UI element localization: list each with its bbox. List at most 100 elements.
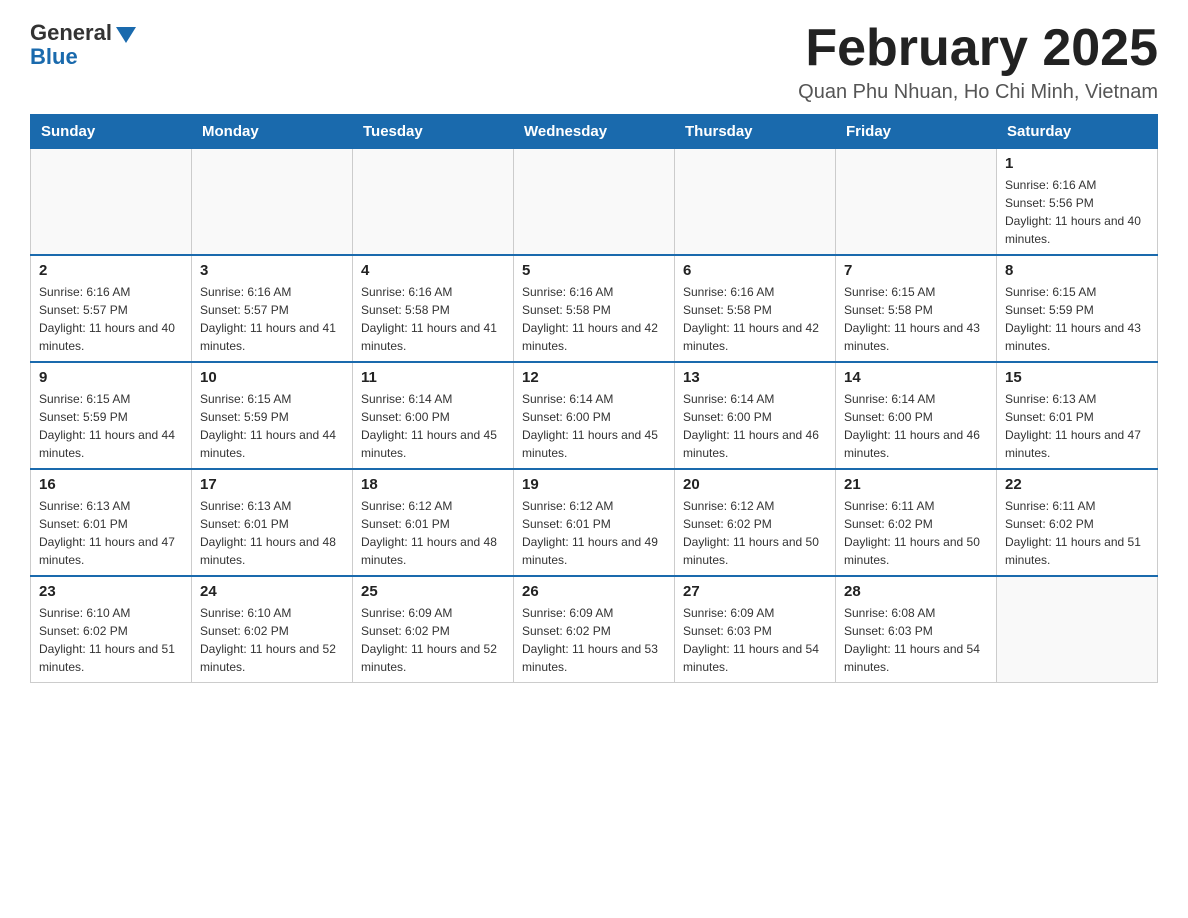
calendar-cell: 15 Sunrise: 6:13 AMSunset: 6:01 PMDayligh…	[997, 362, 1158, 469]
calendar-cell: 7 Sunrise: 6:15 AMSunset: 5:58 PMDaylight…	[836, 255, 997, 362]
day-number: 18	[361, 476, 505, 493]
calendar-cell: 13 Sunrise: 6:14 AMSunset: 6:00 PMDayligh…	[675, 362, 836, 469]
day-info: Sunrise: 6:16 AMSunset: 5:58 PMDaylight:…	[683, 283, 827, 355]
calendar-cell: 12 Sunrise: 6:14 AMSunset: 6:00 PMDayligh…	[514, 362, 675, 469]
day-number: 28	[844, 583, 988, 600]
calendar-cell: 3 Sunrise: 6:16 AMSunset: 5:57 PMDaylight…	[192, 255, 353, 362]
day-info: Sunrise: 6:14 AMSunset: 6:00 PMDaylight:…	[683, 390, 827, 462]
day-info: Sunrise: 6:11 AMSunset: 6:02 PMDaylight:…	[844, 497, 988, 569]
calendar-cell	[836, 149, 997, 256]
calendar-cell	[997, 576, 1158, 683]
day-number: 12	[522, 369, 666, 386]
day-number: 10	[200, 369, 344, 386]
calendar-cell: 2 Sunrise: 6:16 AMSunset: 5:57 PMDaylight…	[31, 255, 192, 362]
calendar-cell: 24 Sunrise: 6:10 AMSunset: 6:02 PMDayligh…	[192, 576, 353, 683]
calendar-cell: 28 Sunrise: 6:08 AMSunset: 6:03 PMDayligh…	[836, 576, 997, 683]
day-number: 2	[39, 262, 183, 279]
day-info: Sunrise: 6:08 AMSunset: 6:03 PMDaylight:…	[844, 604, 988, 676]
calendar-cell: 10 Sunrise: 6:15 AMSunset: 5:59 PMDayligh…	[192, 362, 353, 469]
calendar-cell: 1Sunrise: 6:16 AMSunset: 5:56 PMDaylight…	[997, 149, 1158, 256]
calendar-cell	[514, 149, 675, 256]
logo-blue-text: Blue	[30, 44, 78, 70]
day-info: Sunrise: 6:14 AMSunset: 6:00 PMDaylight:…	[361, 390, 505, 462]
calendar-cell: 4Sunrise: 6:16 AMSunset: 5:58 PMDaylight…	[353, 255, 514, 362]
calendar-cell	[353, 149, 514, 256]
day-info: Sunrise: 6:12 AMSunset: 6:02 PMDaylight:…	[683, 497, 827, 569]
month-title: February 2025	[798, 20, 1158, 77]
day-number: 3	[200, 262, 344, 279]
day-number: 14	[844, 369, 988, 386]
day-info: Sunrise: 6:15 AMSunset: 5:58 PMDaylight:…	[844, 283, 988, 355]
calendar-cell: 11 Sunrise: 6:14 AMSunset: 6:00 PMDayligh…	[353, 362, 514, 469]
day-info: Sunrise: 6:09 AMSunset: 6:02 PMDaylight:…	[522, 604, 666, 676]
column-header-tuesday: Tuesday	[353, 115, 514, 149]
column-header-thursday: Thursday	[675, 115, 836, 149]
day-info: Sunrise: 6:16 AMSunset: 5:58 PMDaylight:…	[361, 283, 505, 355]
column-header-friday: Friday	[836, 115, 997, 149]
day-number: 22	[1005, 476, 1149, 493]
day-number: 23	[39, 583, 183, 600]
day-number: 27	[683, 583, 827, 600]
day-info: Sunrise: 6:12 AMSunset: 6:01 PMDaylight:…	[522, 497, 666, 569]
calendar-cell: 23 Sunrise: 6:10 AMSunset: 6:02 PMDayligh…	[31, 576, 192, 683]
calendar-header-row: SundayMondayTuesdayWednesdayThursdayFrid…	[31, 115, 1158, 149]
calendar-table: SundayMondayTuesdayWednesdayThursdayFrid…	[30, 114, 1158, 683]
calendar-cell: 17Sunrise: 6:13 AMSunset: 6:01 PMDayligh…	[192, 469, 353, 576]
day-info: Sunrise: 6:16 AMSunset: 5:57 PMDaylight:…	[39, 283, 183, 355]
calendar-cell	[675, 149, 836, 256]
day-number: 13	[683, 369, 827, 386]
column-header-monday: Monday	[192, 115, 353, 149]
logo-arrow-icon	[116, 27, 136, 43]
logo: General Blue	[30, 20, 136, 70]
day-number: 26	[522, 583, 666, 600]
day-info: Sunrise: 6:10 AMSunset: 6:02 PMDaylight:…	[200, 604, 344, 676]
day-number: 24	[200, 583, 344, 600]
day-info: Sunrise: 6:13 AMSunset: 6:01 PMDaylight:…	[1005, 390, 1149, 462]
day-number: 15	[1005, 369, 1149, 386]
calendar-cell: 18Sunrise: 6:12 AMSunset: 6:01 PMDayligh…	[353, 469, 514, 576]
day-info: Sunrise: 6:16 AMSunset: 5:58 PMDaylight:…	[522, 283, 666, 355]
day-info: Sunrise: 6:14 AMSunset: 6:00 PMDaylight:…	[844, 390, 988, 462]
calendar-cell: 8 Sunrise: 6:15 AMSunset: 5:59 PMDaylight…	[997, 255, 1158, 362]
calendar-week-row: 2 Sunrise: 6:16 AMSunset: 5:57 PMDaylight…	[31, 255, 1158, 362]
day-number: 8	[1005, 262, 1149, 279]
column-header-sunday: Sunday	[31, 115, 192, 149]
calendar-cell: 19 Sunrise: 6:12 AMSunset: 6:01 PMDayligh…	[514, 469, 675, 576]
day-info: Sunrise: 6:09 AMSunset: 6:03 PMDaylight:…	[683, 604, 827, 676]
day-info: Sunrise: 6:14 AMSunset: 6:00 PMDaylight:…	[522, 390, 666, 462]
day-number: 5	[522, 262, 666, 279]
day-number: 11	[361, 369, 505, 386]
day-info: Sunrise: 6:15 AMSunset: 5:59 PMDaylight:…	[1005, 283, 1149, 355]
logo-general-text: General	[30, 20, 112, 46]
day-number: 19	[522, 476, 666, 493]
day-info: Sunrise: 6:13 AMSunset: 6:01 PMDaylight:…	[39, 497, 183, 569]
day-info: Sunrise: 6:13 AMSunset: 6:01 PMDaylight:…	[200, 497, 344, 569]
calendar-week-row: 9Sunrise: 6:15 AMSunset: 5:59 PMDaylight…	[31, 362, 1158, 469]
day-number: 25	[361, 583, 505, 600]
calendar-cell: 21 Sunrise: 6:11 AMSunset: 6:02 PMDayligh…	[836, 469, 997, 576]
day-number: 20	[683, 476, 827, 493]
calendar-cell: 20 Sunrise: 6:12 AMSunset: 6:02 PMDayligh…	[675, 469, 836, 576]
calendar-cell: 27 Sunrise: 6:09 AMSunset: 6:03 PMDayligh…	[675, 576, 836, 683]
calendar-cell	[31, 149, 192, 256]
day-info: Sunrise: 6:10 AMSunset: 6:02 PMDaylight:…	[39, 604, 183, 676]
day-info: Sunrise: 6:11 AMSunset: 6:02 PMDaylight:…	[1005, 497, 1149, 569]
day-info: Sunrise: 6:16 AMSunset: 5:57 PMDaylight:…	[200, 283, 344, 355]
day-number: 7	[844, 262, 988, 279]
title-section: February 2025 Quan Phu Nhuan, Ho Chi Min…	[798, 20, 1158, 104]
day-number: 21	[844, 476, 988, 493]
calendar-cell: 22 Sunrise: 6:11 AMSunset: 6:02 PMDayligh…	[997, 469, 1158, 576]
day-info: Sunrise: 6:15 AMSunset: 5:59 PMDaylight:…	[39, 390, 183, 462]
calendar-cell: 6 Sunrise: 6:16 AMSunset: 5:58 PMDaylight…	[675, 255, 836, 362]
day-number: 16	[39, 476, 183, 493]
calendar-cell: 25 Sunrise: 6:09 AMSunset: 6:02 PMDayligh…	[353, 576, 514, 683]
calendar-cell: 14 Sunrise: 6:14 AMSunset: 6:00 PMDayligh…	[836, 362, 997, 469]
calendar-week-row: 1Sunrise: 6:16 AMSunset: 5:56 PMDaylight…	[31, 149, 1158, 256]
calendar-cell: 9Sunrise: 6:15 AMSunset: 5:59 PMDaylight…	[31, 362, 192, 469]
day-number: 6	[683, 262, 827, 279]
page-header: General Blue February 2025 Quan Phu Nhua…	[30, 20, 1158, 104]
calendar-week-row: 23 Sunrise: 6:10 AMSunset: 6:02 PMDayligh…	[31, 576, 1158, 683]
day-info: Sunrise: 6:09 AMSunset: 6:02 PMDaylight:…	[361, 604, 505, 676]
day-info: Sunrise: 6:15 AMSunset: 5:59 PMDaylight:…	[200, 390, 344, 462]
calendar-cell: 16 Sunrise: 6:13 AMSunset: 6:01 PMDayligh…	[31, 469, 192, 576]
